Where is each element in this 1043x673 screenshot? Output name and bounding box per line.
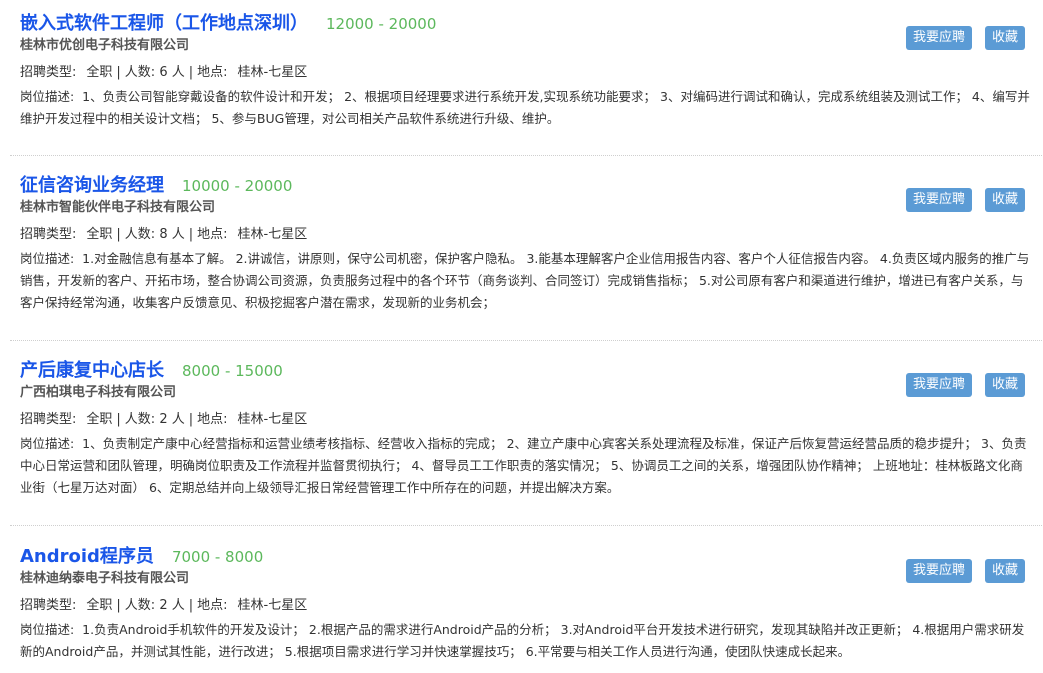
job-title-link[interactable]: 嵌入式软件工程师（工作地点深圳） (20, 13, 308, 34)
company-name: 桂林市优创电子科技有限公司 (20, 38, 190, 53)
location: 桂林-七星区 (237, 65, 308, 80)
desc-text: 1、负责公司智能穿戴设备的软件设计和开发； 2、根据项目经理要求进行系统开发,实… (20, 89, 1030, 126)
apply-button[interactable]: 我要应聘 (906, 188, 973, 212)
headcount: 2 人 (159, 598, 185, 613)
job-type: 全职 (86, 598, 113, 613)
job-meta: 招聘类型: 全职 | 人数: 6 人 | 地点: 桂林-七星区 (20, 64, 307, 82)
desc-label: 岗位描述: (20, 436, 75, 451)
location-label: 地点: (197, 227, 228, 242)
count-label: 人数: (124, 598, 156, 613)
job-description: 岗位描述: 1.负责Android手机软件的开发及设计； 2.根据产品的需求进行… (20, 619, 1032, 663)
apply-button[interactable]: 我要应聘 (906, 26, 973, 50)
divider: | (116, 598, 121, 613)
location: 桂林-七星区 (237, 412, 308, 427)
headcount: 2 人 (159, 412, 185, 427)
job-title-link[interactable]: Android程序员 (20, 546, 154, 567)
job-type: 全职 (86, 65, 113, 80)
job-title-link[interactable]: 征信咨询业务经理 (20, 175, 164, 196)
type-label: 招聘类型: (20, 598, 77, 613)
job-item: 产后康复中心店长 8000 - 15000 广西柏琪电子科技有限公司 招聘类型: 全… (10, 357, 1042, 526)
divider: | (116, 412, 121, 427)
type-label: 招聘类型: (20, 412, 77, 427)
location-label: 地点: (197, 412, 228, 427)
desc-label: 岗位描述: (20, 89, 75, 104)
favorite-button[interactable]: 收藏 (985, 188, 1026, 212)
job-title-row: 嵌入式软件工程师（工作地点深圳） 12000 - 20000 (20, 10, 436, 38)
apply-button[interactable]: 我要应聘 (906, 559, 973, 583)
favorite-button[interactable]: 收藏 (985, 26, 1026, 50)
company-name: 桂林市智能伙伴电子科技有限公司 (20, 200, 216, 215)
divider: | (188, 412, 194, 427)
headcount: 6 人 (159, 65, 185, 80)
desc-label: 岗位描述: (20, 251, 75, 266)
location: 桂林-七星区 (237, 227, 308, 242)
location: 桂林-七星区 (237, 598, 308, 613)
salary-range: 8000 - 15000 (182, 362, 283, 380)
desc-label: 岗位描述: (20, 622, 75, 637)
job-list: 嵌入式软件工程师（工作地点深圳） 12000 - 20000 桂林市优创电子科技有… (0, 0, 1043, 673)
favorite-button[interactable]: 收藏 (985, 559, 1026, 583)
divider: | (188, 227, 194, 242)
type-label: 招聘类型: (20, 65, 77, 80)
job-item: 嵌入式软件工程师（工作地点深圳） 12000 - 20000 桂林市优创电子科技有… (10, 10, 1042, 156)
job-type: 全职 (86, 412, 113, 427)
count-label: 人数: (124, 65, 156, 80)
location-label: 地点: (197, 65, 228, 80)
job-type: 全职 (86, 227, 113, 242)
salary-range: 10000 - 20000 (182, 177, 293, 195)
desc-text: 1、负责制定产康中心经营指标和运营业绩考核指标、经营收入指标的完成； 2、建立产… (20, 436, 1027, 495)
apply-button[interactable]: 我要应聘 (906, 373, 973, 397)
job-title-link[interactable]: 产后康复中心店长 (20, 360, 164, 381)
type-label: 招聘类型: (20, 227, 77, 242)
company-name: 桂林迪纳泰电子科技有限公司 (20, 571, 190, 586)
job-meta: 招聘类型: 全职 | 人数: 8 人 | 地点: 桂林-七星区 (20, 226, 307, 244)
job-description: 岗位描述: 1、负责公司智能穿戴设备的软件设计和开发； 2、根据项目经理要求进行… (20, 86, 1032, 130)
job-item: Android程序员 7000 - 8000 桂林迪纳泰电子科技有限公司 招聘类型… (10, 543, 1042, 673)
divider: | (116, 65, 121, 80)
desc-text: 1.对金融信息有基本了解。 2.讲诚信，讲原则，保守公司机密，保护客户隐私。 3… (20, 251, 1030, 310)
count-label: 人数: (124, 227, 156, 242)
job-item: 征信咨询业务经理 10000 - 20000 桂林市智能伙伴电子科技有限公司 招聘… (10, 172, 1042, 341)
job-meta: 招聘类型: 全职 | 人数: 2 人 | 地点: 桂林-七星区 (20, 597, 307, 615)
company-name: 广西柏琪电子科技有限公司 (20, 385, 177, 400)
headcount: 8 人 (159, 227, 185, 242)
favorite-button[interactable]: 收藏 (985, 373, 1026, 397)
count-label: 人数: (124, 412, 156, 427)
location-label: 地点: (197, 598, 228, 613)
job-title-row: 产后康复中心店长 8000 - 15000 (20, 357, 283, 385)
divider: | (188, 65, 194, 80)
job-description: 岗位描述: 1、负责制定产康中心经营指标和运营业绩考核指标、经营收入指标的完成；… (20, 433, 1032, 499)
divider: | (116, 227, 121, 242)
job-description: 岗位描述: 1.对金融信息有基本了解。 2.讲诚信，讲原则，保守公司机密，保护客… (20, 248, 1032, 314)
divider: | (188, 598, 194, 613)
desc-text: 1.负责Android手机软件的开发及设计； 2.根据产品的需求进行Androi… (20, 622, 1025, 659)
salary-range: 12000 - 20000 (326, 15, 437, 33)
job-meta: 招聘类型: 全职 | 人数: 2 人 | 地点: 桂林-七星区 (20, 411, 307, 429)
job-title-row: Android程序员 7000 - 8000 (20, 543, 263, 571)
salary-range: 7000 - 8000 (171, 548, 264, 566)
job-title-row: 征信咨询业务经理 10000 - 20000 (20, 172, 292, 200)
